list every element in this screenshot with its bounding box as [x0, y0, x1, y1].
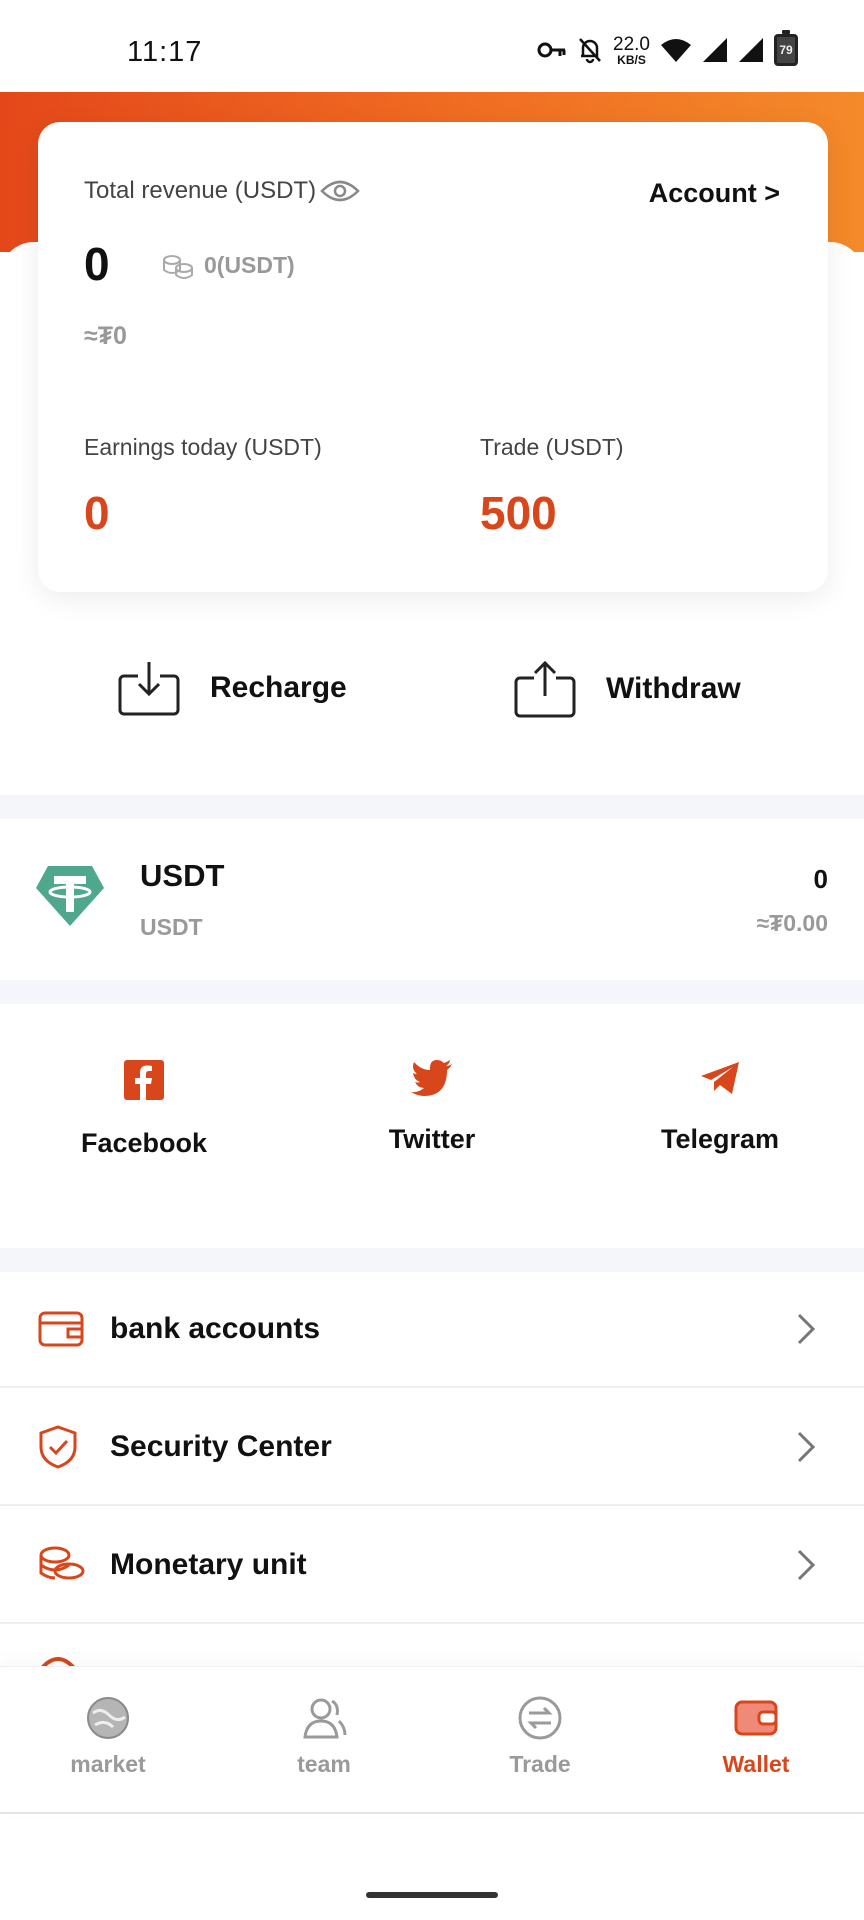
coins-icon: [163, 255, 193, 279]
tab-market[interactable]: market: [0, 1693, 216, 1778]
trade-exchange-icon: [518, 1696, 562, 1740]
upload-tray-icon: [514, 660, 576, 718]
section-divider: [0, 1248, 864, 1272]
telegram-icon: [701, 1062, 739, 1094]
account-link[interactable]: Account >: [649, 178, 780, 209]
signal-icon: [739, 38, 763, 62]
chevron-right-icon: [797, 1549, 816, 1581]
shield-check-icon: [39, 1425, 77, 1469]
twitter-label: Twitter: [388, 1124, 476, 1154]
recharge-label: Recharge: [210, 671, 347, 704]
menu-item-bank-accounts[interactable]: bank accounts: [0, 1272, 864, 1388]
tab-trade[interactable]: Trade: [432, 1693, 648, 1778]
network-speed: 22.0 KB/S: [613, 33, 650, 67]
coins-stack-icon: [39, 1546, 85, 1580]
approx-value: ≈₮0: [84, 322, 127, 350]
bottom-tab-bar: market team Trade Wallet: [0, 1666, 864, 1814]
tab-label: Wallet: [722, 1751, 790, 1777]
menu-label: bank accounts: [110, 1312, 321, 1345]
section-divider: [0, 795, 864, 819]
asset-balance: 0: [813, 864, 828, 894]
status-bar: 11:17 22.0 KB/S 79: [0, 0, 864, 92]
asset-approx-value: ≈₮0.00: [756, 910, 828, 936]
download-tray-icon: [118, 662, 180, 716]
asset-name: USDT: [140, 858, 225, 893]
twitter-link[interactable]: Twitter: [312, 1060, 552, 1155]
menu-item-security-center[interactable]: Security Center: [0, 1390, 864, 1506]
vpn-key-icon: [537, 42, 566, 58]
menu-item-monetary-unit[interactable]: Monetary unit: [0, 1508, 864, 1624]
telegram-link[interactable]: Telegram: [600, 1060, 840, 1155]
home-indicator[interactable]: [366, 1892, 498, 1898]
status-time: 11:17: [127, 36, 203, 68]
battery-icon: 79: [774, 30, 798, 66]
market-globe-icon: [87, 1697, 129, 1739]
total-revenue-label: Total revenue (USDT): [84, 177, 360, 205]
telegram-label: Telegram: [660, 1124, 780, 1154]
facebook-link[interactable]: Facebook: [24, 1060, 264, 1159]
chevron-right-icon: [797, 1313, 816, 1345]
twitter-icon: [411, 1060, 452, 1096]
trade-label: Trade (USDT): [480, 434, 624, 460]
withdraw-label: Withdraw: [606, 672, 741, 705]
section-divider: [0, 980, 864, 1004]
tab-wallet[interactable]: Wallet: [648, 1693, 864, 1778]
eye-icon[interactable]: [320, 179, 360, 203]
signal-icon: [703, 38, 727, 62]
wallet-icon: [734, 1700, 778, 1736]
status-icons: 22.0 KB/S 79: [537, 30, 798, 67]
facebook-icon: [124, 1060, 164, 1100]
total-revenue-value: 0: [84, 238, 110, 290]
tab-label: market: [70, 1751, 146, 1777]
earnings-today-value: 0: [84, 487, 110, 539]
chevron-right-icon: [797, 1431, 816, 1463]
asset-row-usdt[interactable]: [0, 820, 864, 980]
asset-subtitle: USDT: [140, 914, 203, 940]
recharge-button[interactable]: Recharge: [118, 660, 347, 716]
menu-label: Monetary unit: [110, 1548, 307, 1581]
tether-logo-icon: [36, 866, 104, 926]
tab-label: Trade: [509, 1751, 571, 1777]
trade-value: 500: [480, 487, 557, 539]
bell-off-icon: [579, 38, 601, 64]
menu-label: Security Center: [110, 1430, 332, 1463]
withdraw-button[interactable]: Withdraw: [514, 660, 741, 718]
tab-team[interactable]: team: [216, 1693, 432, 1778]
team-users-icon: [303, 1698, 347, 1739]
coin-balance: 0(USDT): [160, 250, 295, 280]
earnings-today-label: Earnings today (USDT): [84, 434, 322, 460]
tab-label: team: [297, 1751, 351, 1777]
facebook-label: Facebook: [80, 1128, 208, 1158]
wallet-card-icon: [38, 1311, 84, 1347]
revenue-card: Total revenue (USDT) Account > 0 0(USDT)…: [38, 122, 828, 592]
wifi-icon: [661, 39, 691, 62]
